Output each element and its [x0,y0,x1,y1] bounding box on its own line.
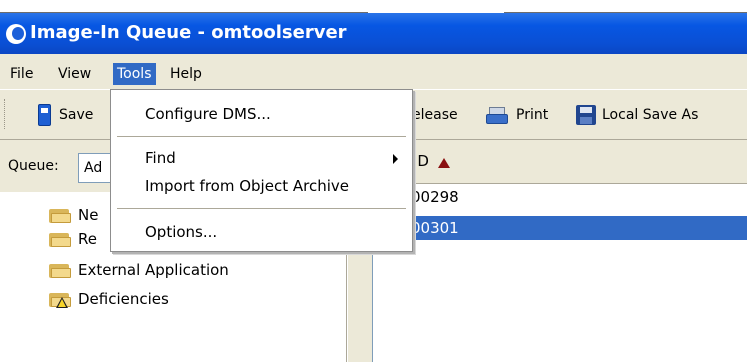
folder-icon [49,262,71,278]
window-title: Image-In Queue - omtoolserver [30,22,347,43]
release-button[interactable]: elease [412,104,458,126]
menu-separator [117,136,406,137]
print-icon [486,105,510,125]
list-item-selected[interactable]: 00301 [373,216,747,240]
tree-item-label: Re [78,230,97,248]
print-button-label: Print [516,107,549,123]
menu-item-options[interactable]: Options... [111,220,412,244]
app-icon [6,24,26,44]
folder-icon [49,207,71,223]
menu-help[interactable]: Help [166,63,206,85]
floppy-disk-icon [576,105,596,125]
tree-item-label: Ne [78,206,99,224]
submenu-arrow-icon [393,154,398,164]
menu-file[interactable]: File [6,63,37,85]
tree-item-deficiencies[interactable]: Deficiencies [49,287,169,311]
tools-menu-dropdown: Configure DMS... Find Import from Object… [110,89,413,252]
save-button-label: Save [59,107,94,123]
list-item[interactable]: 00298 [373,185,747,209]
tree-item-label: Deficiencies [78,290,169,308]
menu-item-configure-dms[interactable]: Configure DMS... [111,102,412,126]
warning-folder-icon [49,291,71,308]
tree-item-ne[interactable]: Ne [49,203,98,227]
menu-view[interactable]: View [54,63,95,85]
title-bar[interactable]: Image-In Queue - omtoolserver [0,13,747,54]
save-button[interactable]: Save [38,104,93,126]
local-save-as-label: Local Save As [602,107,699,123]
document-list-pane: ID 00298 00301 [372,140,747,362]
tree-item-re[interactable]: Re [49,227,97,251]
menu-tools[interactable]: Tools [113,63,156,85]
tree-item-external-application[interactable]: External Application [49,258,229,282]
folder-icon [49,231,71,247]
column-header-id[interactable]: ID [373,140,747,184]
print-button[interactable]: Print [486,104,548,126]
queue-label: Queue: [8,158,59,174]
sort-ascending-icon [438,158,450,168]
menu-item-find[interactable]: Find [111,146,412,170]
toolbar-grip[interactable] [4,99,7,129]
menu-bar: File View Tools Help [0,54,747,89]
menu-item-import-from-object-archive[interactable]: Import from Object Archive [111,174,412,198]
save-icon [38,104,51,126]
column-header-label: ID [413,152,429,170]
menu-separator [117,208,406,209]
release-button-label: elease [412,107,458,123]
menu-item-find-label: Find [145,149,176,167]
local-save-as-button[interactable]: Local Save As [576,104,698,126]
tree-item-label: External Application [78,261,229,279]
